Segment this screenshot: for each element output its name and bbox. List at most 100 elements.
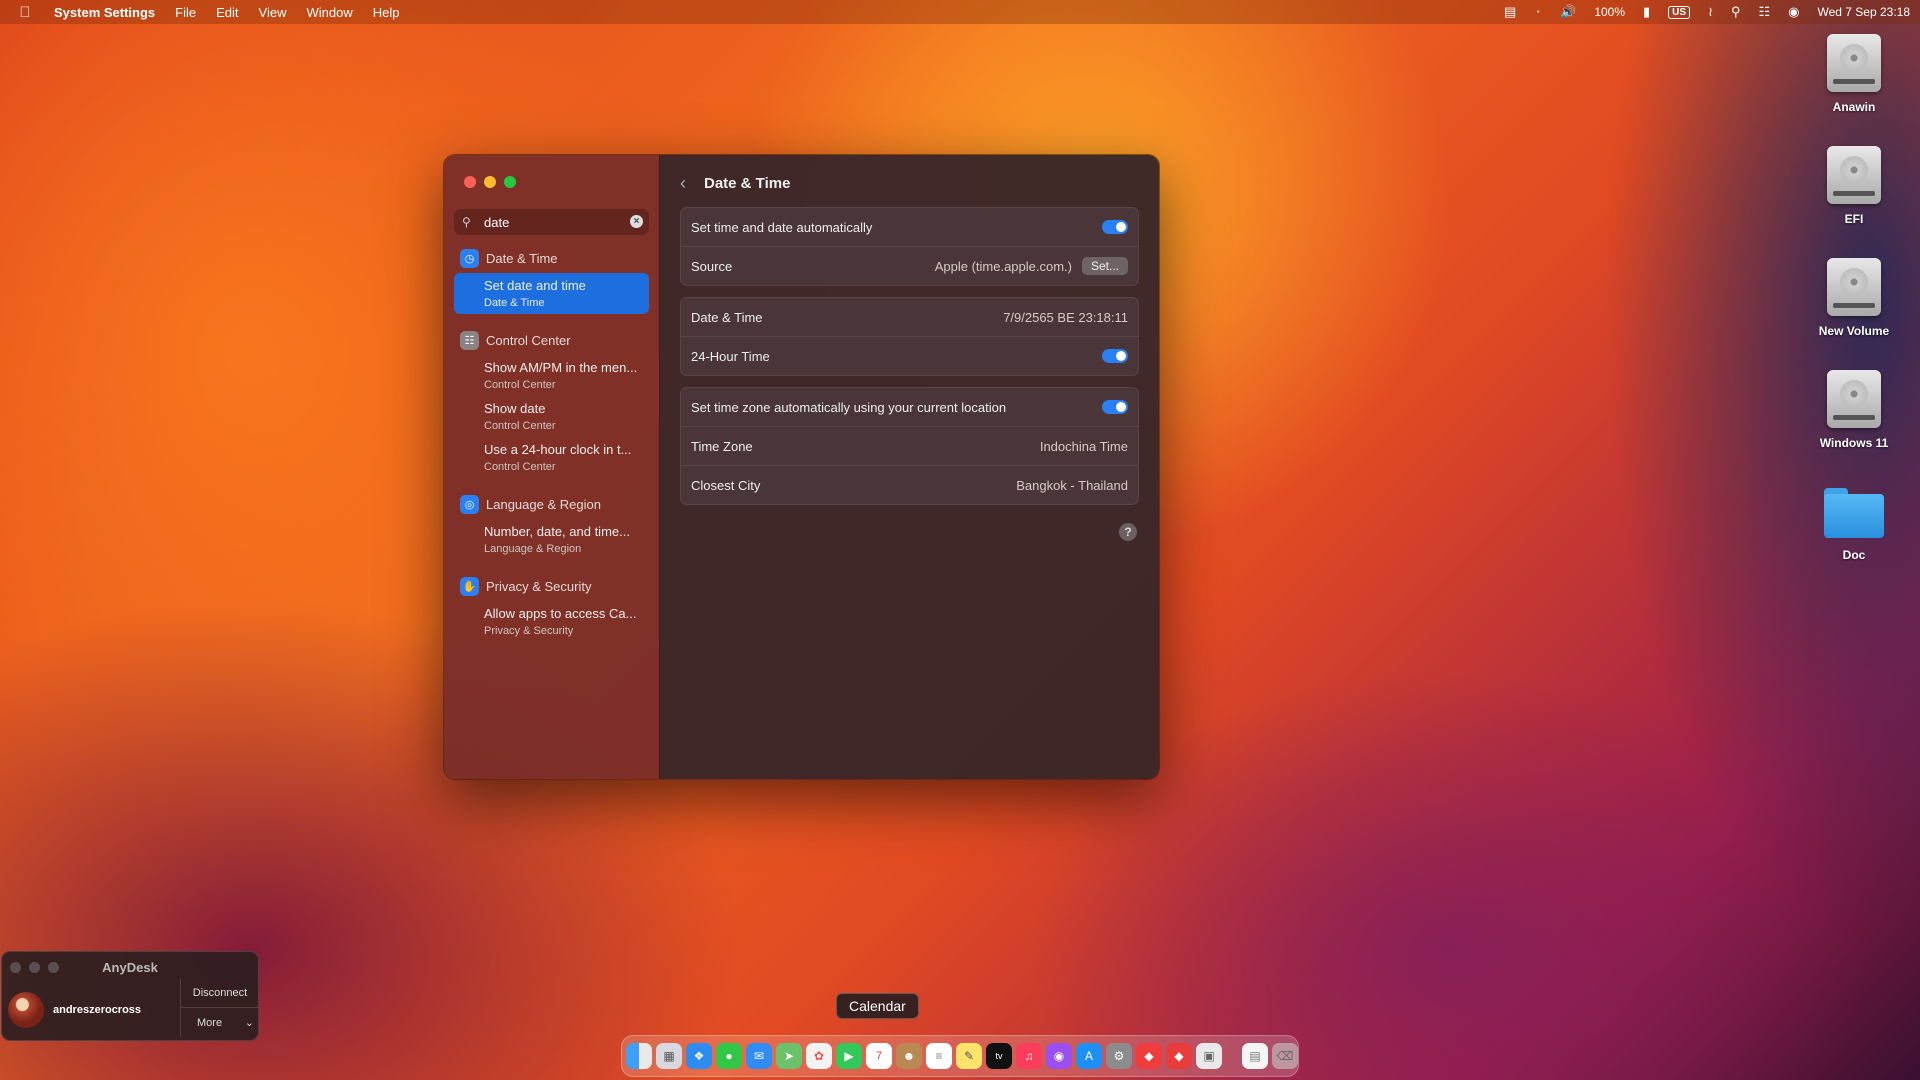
launchpad-icon[interactable]: ▦ [656,1043,682,1069]
result-show-am-pm[interactable]: Show AM/PM in the men... Control Center [454,355,649,396]
calendar-icon[interactable]: 7 [866,1043,892,1069]
row-label: Closest City [691,477,761,493]
menu-edit[interactable]: Edit [206,5,248,20]
search-field[interactable]: ⚲ date × [454,209,649,235]
volume-icon[interactable]: 🔊 [1560,4,1576,20]
menu-view[interactable]: View [249,5,297,20]
help-button[interactable]: ? [1119,523,1137,541]
set-time-auto-toggle[interactable] [1102,220,1128,234]
podcasts-icon[interactable]: ◉ [1046,1043,1072,1069]
apple-tv-icon[interactable]: tv [986,1043,1012,1069]
desktop-disk-anawin[interactable]: Anawin [1804,34,1904,114]
result-subtitle: Control Center [484,461,556,473]
music-icon[interactable]: ♫ [1016,1043,1042,1069]
anydesk-panel: AnyDesk andreszerocross Disconnect More … [1,951,259,1041]
set-source-button[interactable]: Set... [1081,257,1128,275]
menu-app-name[interactable]: System Settings [50,5,165,20]
system-settings-icon[interactable]: ⚙ [1106,1043,1132,1069]
hand-icon: ✋ [460,577,479,596]
siri-icon[interactable]: ◉ [1788,4,1799,20]
menu-help[interactable]: Help [363,5,410,20]
globe-icon: ◎ [460,495,479,514]
clear-search-icon[interactable]: × [630,215,643,228]
auto-time-card: Set time and date automatically Source A… [680,207,1139,286]
close-window-button[interactable] [464,176,476,188]
bluetooth-icon[interactable]: ᛫ [1534,5,1542,20]
messages-icon[interactable]: ● [716,1043,742,1069]
group-privacy-security[interactable]: ✋ Privacy & Security [460,577,591,596]
facetime-icon[interactable]: ▶ [836,1043,862,1069]
zoom-window-button[interactable] [504,176,516,188]
result-show-date[interactable]: Show date Control Center [454,396,649,437]
desktop-icon-label: Windows 11 [1819,436,1889,450]
result-allow-apps-access[interactable]: Allow apps to access Ca... Privacy & Sec… [454,601,649,642]
desktop-folder-doc[interactable]: Doc [1804,484,1904,562]
menu-file[interactable]: File [165,5,206,20]
app-store-icon[interactable]: A [1076,1043,1102,1069]
reminders-icon[interactable]: ≡ [926,1043,952,1069]
desktop-disk-new-volume[interactable]: New Volume [1804,258,1904,338]
desktop-disk-windows-11[interactable]: Windows 11 [1804,370,1904,450]
battery-percent[interactable]: 100% [1594,5,1625,19]
time-zone-card: Set time zone automatically using your c… [680,387,1139,505]
mail-icon[interactable]: ✉ [746,1043,772,1069]
anydesk-user: andreszerocross [53,1004,142,1016]
group-title: Language & Region [486,497,601,512]
result-title: Use a 24-hour clock in t... [484,442,632,457]
anydesk-title: AnyDesk [102,960,158,975]
group-control-center[interactable]: ☷ Control Center [460,331,571,350]
group-title: Date & Time [486,251,558,266]
row-set-time-auto: Set time and date automatically [681,208,1138,247]
menu-bar:  System Settings File Edit View Window … [0,0,1920,24]
back-chevron-icon[interactable]: ‹ [680,173,686,194]
group-date-time[interactable]: ◷ Date & Time [460,249,558,268]
apple-menu-icon[interactable]:  [0,4,50,21]
group-language-region[interactable]: ◎ Language & Region [460,495,601,514]
activity-monitor-icon[interactable]: ▤ [1504,4,1516,20]
desktop-disk-efi[interactable]: EFI [1804,146,1904,226]
result-title: Show AM/PM in the men... [484,360,638,375]
menu-clock[interactable]: Wed 7 Sep 23:18 [1817,5,1910,19]
menu-window[interactable]: Window [296,5,362,20]
document-icon[interactable]: ▤ [1242,1043,1268,1069]
safari-icon[interactable]: ❖ [686,1043,712,1069]
notes-icon[interactable]: ✎ [956,1043,982,1069]
preview-icon[interactable]: ▣ [1196,1043,1222,1069]
detail-pane: ‹ Date & Time Set time and date automati… [660,155,1159,779]
anydesk-icon[interactable]: ◆ [1136,1043,1162,1069]
row-source: Source Apple (time.apple.com.) Set... [681,247,1138,285]
tz-auto-toggle[interactable] [1102,400,1128,414]
result-24-hour-clock[interactable]: Use a 24-hour clock in t... Control Cent… [454,437,649,478]
photos-icon[interactable]: ✿ [806,1043,832,1069]
hard-disk-icon [1827,34,1881,92]
minimize-window-button[interactable] [484,176,496,188]
dock-tooltip: Calendar [836,993,919,1019]
hard-disk-icon [1827,146,1881,204]
24-hour-toggle[interactable] [1102,349,1128,363]
result-title: Number, date, and time... [484,524,630,539]
row-label: Set time zone automatically using your c… [691,399,1007,415]
trash-icon[interactable]: ⌫ [1272,1043,1298,1069]
contacts-icon[interactable]: ☻ [896,1043,922,1069]
search-input-value[interactable]: date [484,215,509,230]
maps-icon[interactable]: ➤ [776,1043,802,1069]
result-number-date-time[interactable]: Number, date, and time... Language & Reg… [454,519,649,560]
disconnect-button[interactable]: Disconnect [180,979,259,1007]
date-time-value[interactable]: 7/9/2565 BE 23:18:11 [1003,310,1128,325]
chevron-down-icon: ⌄ [244,1017,254,1029]
result-set-date-and-time[interactable]: Set date and time Date & Time [454,273,649,314]
anydesk-alt-icon[interactable]: ◆ [1166,1043,1192,1069]
group-title: Control Center [486,333,571,348]
hard-disk-icon [1827,258,1881,316]
row-closest-city: Closest City Bangkok - Thailand [681,466,1138,504]
wifi-icon[interactable]: ≀ [1708,4,1713,20]
spotlight-search-icon[interactable]: ⚲ [1731,4,1741,20]
control-center-icon[interactable]: ☷ [1758,4,1770,20]
battery-icon[interactable]: ▮ [1643,4,1650,20]
row-date-time: Date & Time 7/9/2565 BE 23:18:11 [681,298,1138,337]
result-title: Set date and time [484,278,586,293]
keyboard-input-badge[interactable]: US [1668,5,1691,19]
more-button[interactable]: More ⌄ [180,1007,258,1037]
system-settings-window: ⚲ date × ◷ Date & Time Set date and time… [443,154,1160,780]
finder-icon[interactable] [626,1043,652,1069]
